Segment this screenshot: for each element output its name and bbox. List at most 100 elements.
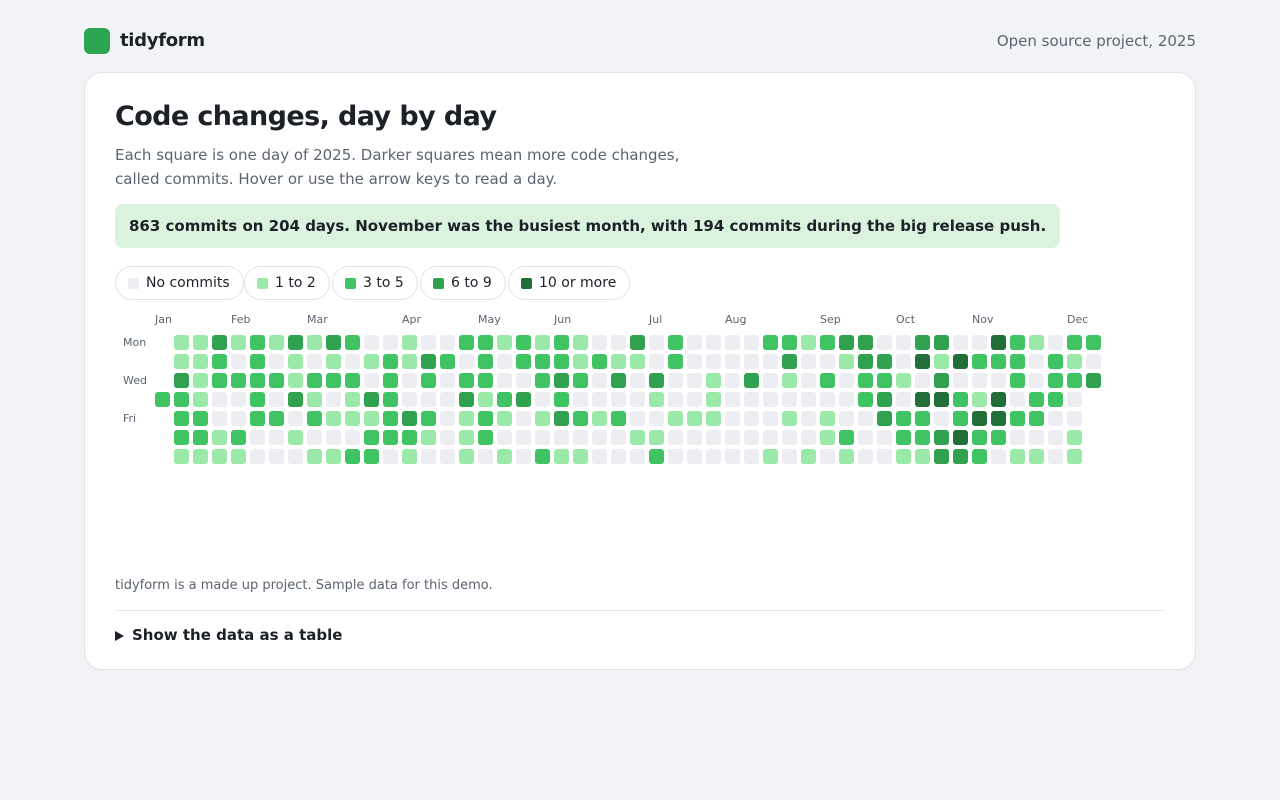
day-cell[interactable]: [345, 430, 360, 445]
day-cell[interactable]: [630, 392, 645, 407]
day-cell[interactable]: [231, 373, 246, 388]
day-cell[interactable]: [782, 430, 797, 445]
day-cell[interactable]: [896, 373, 911, 388]
day-cell[interactable]: [592, 411, 607, 426]
day-cell[interactable]: [915, 335, 930, 350]
day-cell[interactable]: [231, 354, 246, 369]
day-cell[interactable]: [991, 373, 1006, 388]
day-cell[interactable]: [554, 335, 569, 350]
day-cell[interactable]: [573, 392, 588, 407]
day-cell[interactable]: [345, 335, 360, 350]
day-cell[interactable]: [782, 392, 797, 407]
day-cell[interactable]: [421, 449, 436, 464]
day-cell[interactable]: [1048, 411, 1063, 426]
day-cell[interactable]: [212, 449, 227, 464]
day-cell[interactable]: [687, 430, 702, 445]
day-cell[interactable]: [326, 354, 341, 369]
day-cell[interactable]: [402, 430, 417, 445]
day-cell[interactable]: [1048, 335, 1063, 350]
day-cell[interactable]: [782, 373, 797, 388]
day-cell[interactable]: [668, 392, 683, 407]
day-cell[interactable]: [801, 449, 816, 464]
day-cell[interactable]: [934, 411, 949, 426]
day-cell[interactable]: [706, 449, 721, 464]
day-cell[interactable]: [839, 335, 854, 350]
day-cell[interactable]: [801, 373, 816, 388]
day-cell[interactable]: [801, 335, 816, 350]
day-cell[interactable]: [896, 354, 911, 369]
day-cell[interactable]: [288, 335, 303, 350]
day-cell[interactable]: [535, 354, 550, 369]
day-cell[interactable]: [877, 335, 892, 350]
day-cell[interactable]: [668, 373, 683, 388]
day-cell[interactable]: [953, 354, 968, 369]
day-cell[interactable]: [725, 392, 740, 407]
day-cell[interactable]: [725, 354, 740, 369]
day-cell[interactable]: [934, 430, 949, 445]
day-cell[interactable]: [345, 449, 360, 464]
day-cell[interactable]: [1067, 335, 1082, 350]
day-cell[interactable]: [820, 430, 835, 445]
day-cell[interactable]: [972, 335, 987, 350]
day-cell[interactable]: [402, 335, 417, 350]
day-cell[interactable]: [1086, 354, 1101, 369]
day-cell[interactable]: [250, 392, 265, 407]
day-cell[interactable]: [231, 335, 246, 350]
day-cell[interactable]: [478, 392, 493, 407]
day-cell[interactable]: [991, 449, 1006, 464]
day-cell[interactable]: [972, 430, 987, 445]
day-cell[interactable]: [858, 430, 873, 445]
day-cell[interactable]: [744, 354, 759, 369]
day-cell[interactable]: [250, 411, 265, 426]
day-cell[interactable]: [250, 373, 265, 388]
day-cell[interactable]: [212, 335, 227, 350]
day-cell[interactable]: [288, 411, 303, 426]
day-cell[interactable]: [763, 373, 778, 388]
day-cell[interactable]: [953, 373, 968, 388]
day-cell[interactable]: [516, 335, 531, 350]
day-cell[interactable]: [1048, 373, 1063, 388]
day-cell[interactable]: [307, 430, 322, 445]
day-cell[interactable]: [193, 335, 208, 350]
day-cell[interactable]: [459, 392, 474, 407]
day-cell[interactable]: [820, 354, 835, 369]
day-cell[interactable]: [554, 373, 569, 388]
day-cell[interactable]: [820, 411, 835, 426]
day-cell[interactable]: [611, 392, 626, 407]
day-cell[interactable]: [1086, 335, 1101, 350]
day-cell[interactable]: [421, 373, 436, 388]
day-cell[interactable]: [478, 449, 493, 464]
day-cell[interactable]: [744, 373, 759, 388]
day-cell[interactable]: [1048, 449, 1063, 464]
day-cell[interactable]: [307, 392, 322, 407]
day-cell[interactable]: [839, 373, 854, 388]
day-cell[interactable]: [934, 449, 949, 464]
day-cell[interactable]: [687, 411, 702, 426]
day-cell[interactable]: [877, 354, 892, 369]
day-cell[interactable]: [383, 373, 398, 388]
day-cell[interactable]: [858, 449, 873, 464]
day-cell[interactable]: [687, 354, 702, 369]
day-cell[interactable]: [649, 392, 664, 407]
day-cell[interactable]: [174, 354, 189, 369]
day-cell[interactable]: [174, 392, 189, 407]
day-cell[interactable]: [573, 430, 588, 445]
day-cell[interactable]: [459, 411, 474, 426]
day-cell[interactable]: [459, 430, 474, 445]
day-cell[interactable]: [440, 411, 455, 426]
day-cell[interactable]: [706, 373, 721, 388]
day-cell[interactable]: [421, 430, 436, 445]
day-cell[interactable]: [687, 335, 702, 350]
day-cell[interactable]: [440, 449, 455, 464]
day-cell[interactable]: [212, 354, 227, 369]
day-cell[interactable]: [459, 373, 474, 388]
day-cell[interactable]: [212, 392, 227, 407]
day-cell[interactable]: [934, 354, 949, 369]
day-cell[interactable]: [896, 411, 911, 426]
day-cell[interactable]: [668, 449, 683, 464]
day-cell[interactable]: [193, 354, 208, 369]
day-cell[interactable]: [991, 392, 1006, 407]
day-cell[interactable]: [934, 335, 949, 350]
day-cell[interactable]: [915, 411, 930, 426]
day-cell[interactable]: [820, 392, 835, 407]
